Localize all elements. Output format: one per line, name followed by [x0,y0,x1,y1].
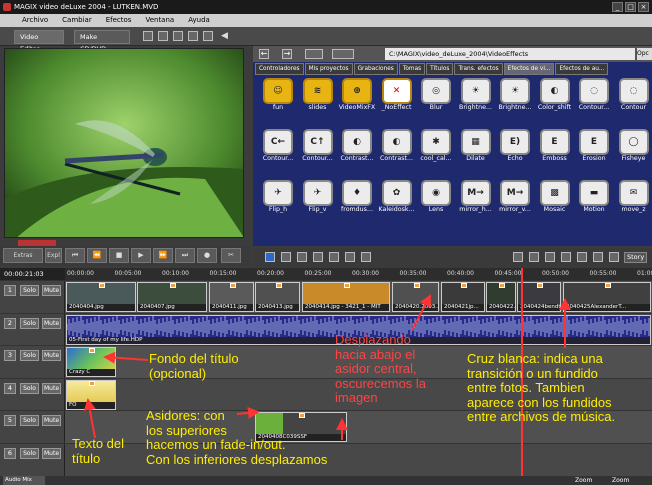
zoom-label: Zoom [575,477,593,484]
status-bar: Audio Mix Zoom Zoom [0,476,652,485]
annotation-arrows [83,294,571,440]
zoom-label-2: Zoom [612,477,630,484]
audiomix-button[interactable]: Audio Mix [3,476,45,485]
